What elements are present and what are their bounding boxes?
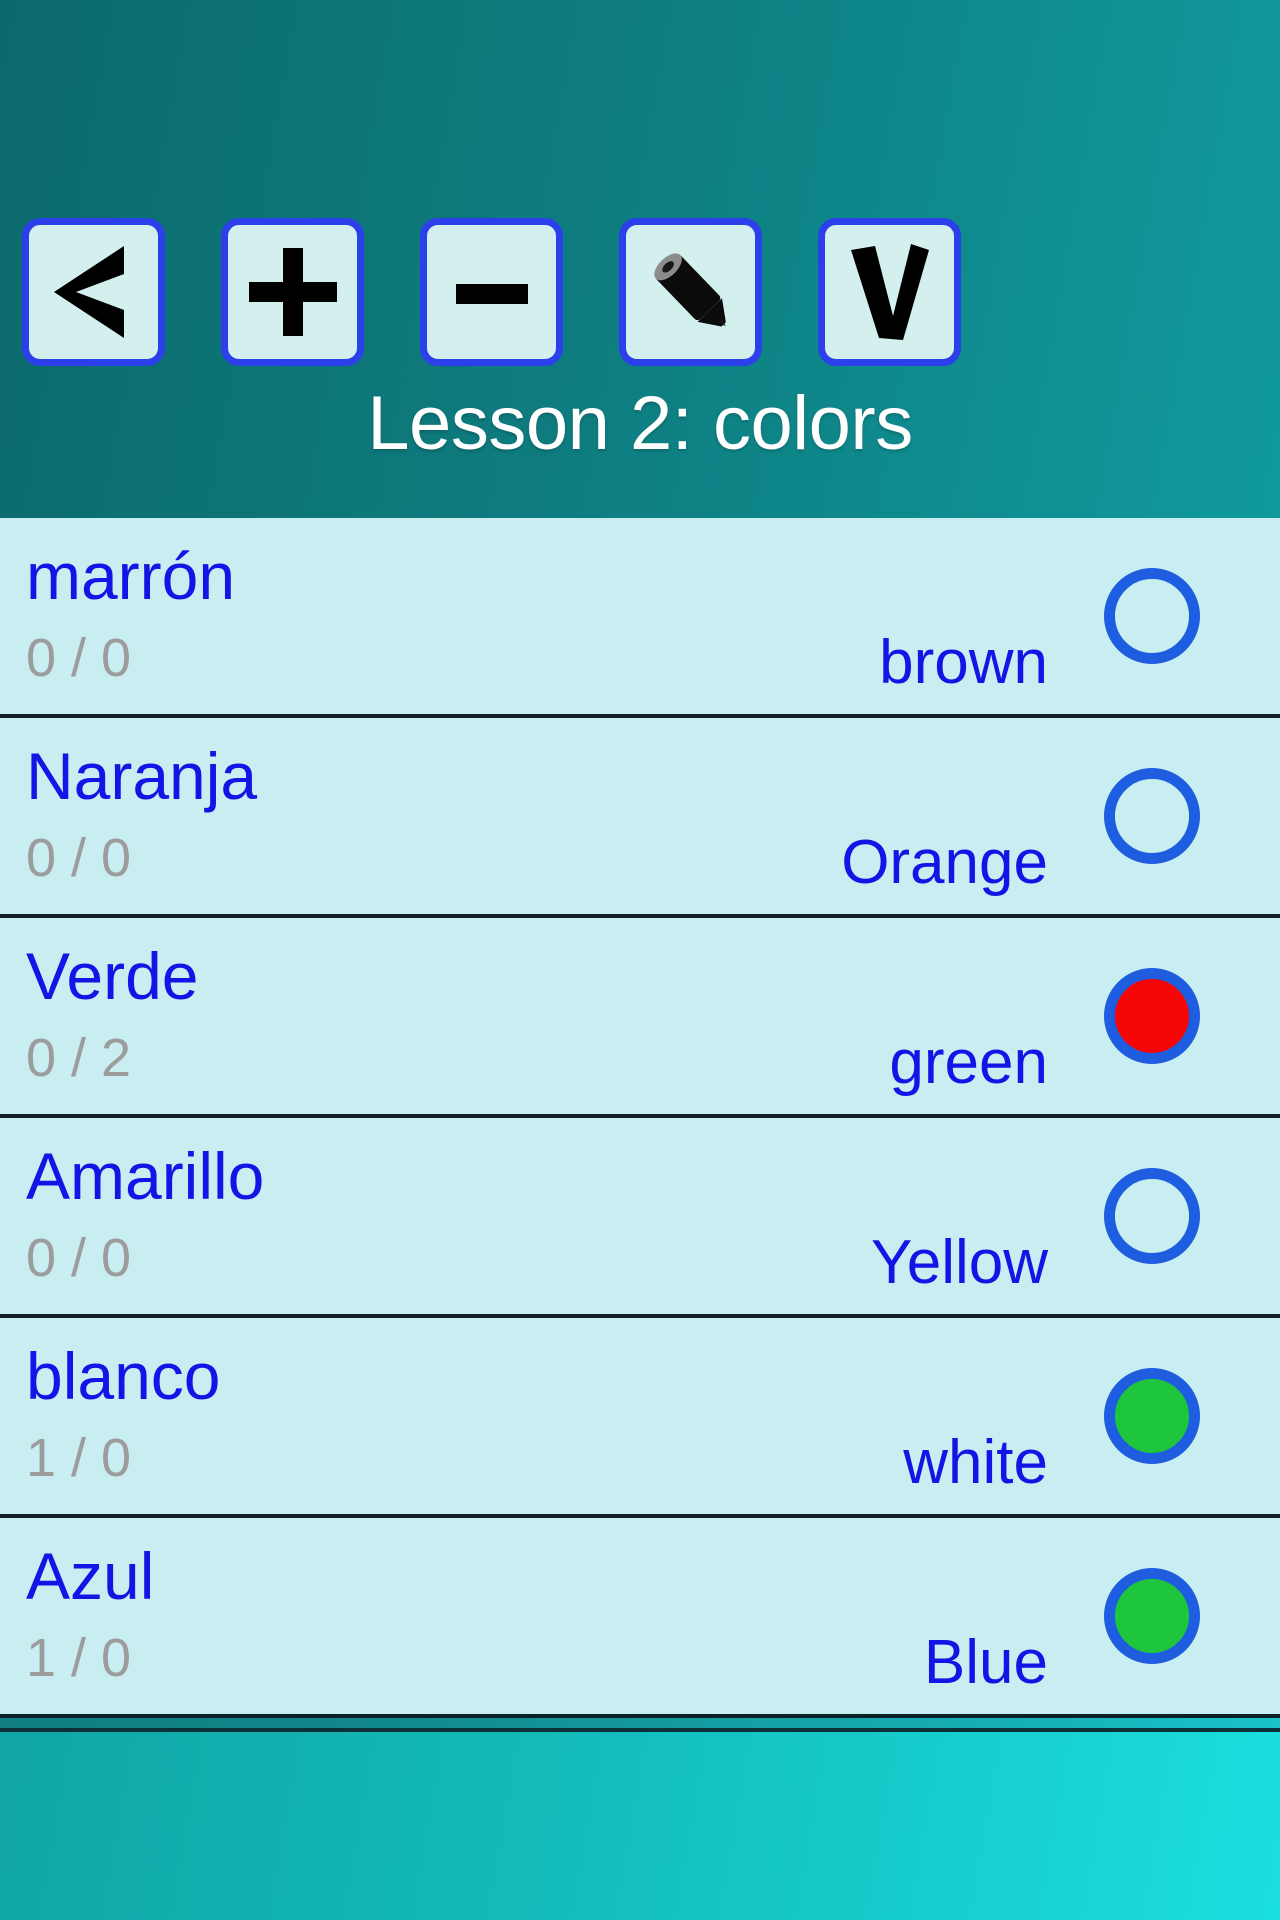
- back-arrow-icon: [46, 240, 142, 344]
- header: Lesson 2: colors: [0, 0, 1280, 518]
- back-button[interactable]: [22, 218, 165, 366]
- term-label: Naranja: [26, 739, 258, 813]
- toolbar: [22, 218, 961, 366]
- term-label: marrón: [26, 539, 236, 613]
- table-row[interactable]: Naranja 0 / 0 Orange: [0, 718, 1280, 918]
- score-counter: 1 / 0: [26, 1428, 132, 1488]
- footer-area: [0, 1728, 1280, 1920]
- table-row[interactable]: Amarillo 0 / 0 Yellow: [0, 1118, 1280, 1318]
- translation-label: Orange: [841, 828, 1048, 897]
- status-indicator-icon[interactable]: [1104, 568, 1200, 664]
- translation-label: white: [903, 1428, 1048, 1497]
- score-counter: 0 / 0: [26, 628, 132, 688]
- remove-button[interactable]: [420, 218, 563, 366]
- term-label: blanco: [26, 1339, 221, 1413]
- edit-button[interactable]: [619, 218, 762, 366]
- term-label: Azul: [26, 1539, 155, 1613]
- status-indicator-icon[interactable]: [1104, 1368, 1200, 1464]
- term-label: Verde: [26, 939, 199, 1013]
- translation-label: brown: [879, 628, 1048, 697]
- status-indicator-icon[interactable]: [1104, 1168, 1200, 1264]
- table-row[interactable]: Azul 1 / 0 Blue: [0, 1518, 1280, 1718]
- score-counter: 0 / 0: [26, 828, 132, 888]
- translation-label: Blue: [923, 1628, 1048, 1697]
- word-list: marrón 0 / 0 brown Naranja 0 / 0 Orange …: [0, 518, 1280, 1718]
- minus-icon: [444, 244, 540, 340]
- score-counter: 0 / 2: [26, 1028, 132, 1088]
- translation-label: Yellow: [871, 1228, 1048, 1297]
- table-row[interactable]: blanco 1 / 0 white: [0, 1318, 1280, 1518]
- score-counter: 0 / 0: [26, 1228, 132, 1288]
- pencil-icon: [639, 240, 743, 344]
- status-indicator-icon[interactable]: [1104, 968, 1200, 1064]
- score-counter: 1 / 0: [26, 1628, 132, 1688]
- page-title: Lesson 2: colors: [367, 381, 913, 466]
- table-row[interactable]: marrón 0 / 0 brown: [0, 518, 1280, 718]
- app-root: Lesson 2: colors marrón 0 / 0 brown Nara…: [0, 0, 1280, 1920]
- term-label: Amarillo: [26, 1139, 265, 1213]
- translation-label: green: [889, 1028, 1048, 1097]
- plus-icon: [245, 244, 341, 340]
- status-indicator-icon[interactable]: [1104, 768, 1200, 864]
- add-button[interactable]: [221, 218, 364, 366]
- check-button[interactable]: [818, 218, 961, 366]
- checkmark-icon: [845, 240, 935, 344]
- table-row[interactable]: Verde 0 / 2 green: [0, 918, 1280, 1118]
- status-indicator-icon[interactable]: [1104, 1568, 1200, 1664]
